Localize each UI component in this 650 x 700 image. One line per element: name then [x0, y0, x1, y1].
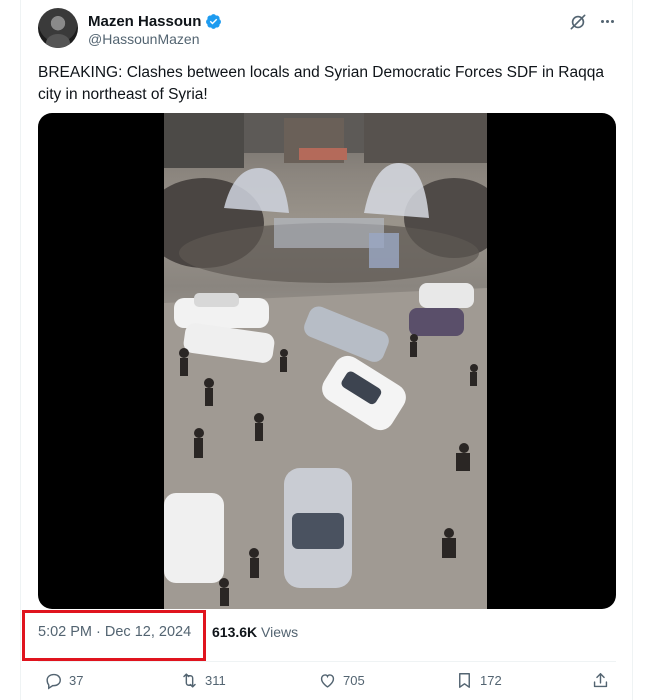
right-border [632, 0, 633, 700]
author-name-row: Mazen Hassoun [88, 11, 222, 31]
views-number: 613.6K [212, 624, 258, 640]
bookmark-button[interactable]: 172 [455, 670, 502, 690]
street-scene-image [164, 113, 487, 609]
like-count: 705 [343, 672, 365, 688]
like-button[interactable]: 705 [318, 670, 365, 690]
retweet-button[interactable]: 311 [180, 670, 226, 690]
retweet-icon [183, 672, 196, 688]
tweet-text: BREAKING: Clashes between locals and Syr… [38, 64, 604, 103]
more-options-icon[interactable] [596, 10, 618, 32]
retweet-count: 311 [205, 672, 226, 688]
bookmark-count: 172 [480, 672, 502, 688]
grok-icon[interactable] [568, 12, 588, 32]
tweet-video[interactable] [38, 113, 616, 609]
share-button[interactable] [591, 670, 610, 690]
heart-icon [320, 673, 335, 688]
video-thumbnail [164, 113, 487, 609]
timestamp-highlight-box [22, 610, 206, 661]
views-count: 613.6K Views [212, 624, 298, 640]
actions-divider [38, 661, 616, 662]
views-label: Views [261, 624, 299, 640]
author-avatar[interactable] [38, 8, 78, 48]
bookmark-icon [459, 672, 470, 688]
author-handle[interactable]: @HassounMazen [88, 31, 200, 47]
tweet-card: Mazen Hassoun @HassounMazen BREAKING: Cl… [0, 0, 650, 700]
reply-button[interactable]: 37 [44, 670, 83, 690]
share-icon [593, 672, 608, 687]
reply-count: 37 [69, 672, 84, 688]
reply-icon [46, 673, 61, 689]
left-border [20, 0, 21, 700]
verified-badge-icon [206, 13, 222, 29]
author-display-name[interactable]: Mazen Hassoun [88, 13, 201, 30]
